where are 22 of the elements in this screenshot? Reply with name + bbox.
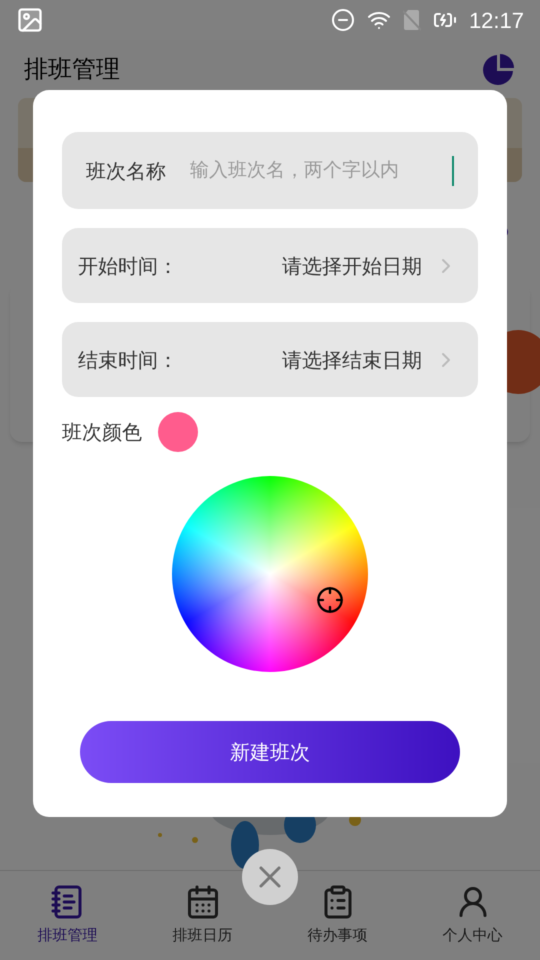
date-picker-row[interactable]: 结束时间： 请选择结束日期: [62, 322, 478, 397]
color-label: 班次颜色: [62, 419, 142, 446]
tab-bar-item[interactable]: 排班管理: [0, 871, 135, 960]
clock-time: 12:17: [468, 6, 524, 34]
row-value: 请选择结束日期: [282, 346, 422, 374]
tab-bar-item[interactable]: 待办事项: [270, 871, 405, 960]
gallery-icon: [16, 6, 44, 34]
tab-bar-item[interactable]: 排班日历: [135, 871, 270, 960]
row-value: 请选择开始日期: [282, 252, 422, 280]
crosshair-icon[interactable]: [316, 586, 344, 614]
tab-bar-item[interactable]: 个人中心: [405, 871, 540, 960]
text-cursor: [452, 156, 454, 186]
do-not-disturb-icon: [330, 8, 355, 32]
row-label: 开始时间：: [78, 252, 178, 280]
row-label: 结束时间：: [78, 346, 178, 374]
create-shift-button[interactable]: 新建班次: [80, 721, 460, 783]
date-picker-row[interactable]: 开始时间： 请选择开始日期: [62, 228, 478, 303]
shift-name-input[interactable]: 输入班次名，两个字以内: [190, 156, 452, 185]
page-title: 排班管理: [24, 54, 120, 85]
field-label: 班次名称: [86, 158, 166, 184]
no-sim-icon: [402, 9, 421, 31]
pie-chart-icon[interactable]: [482, 52, 516, 86]
